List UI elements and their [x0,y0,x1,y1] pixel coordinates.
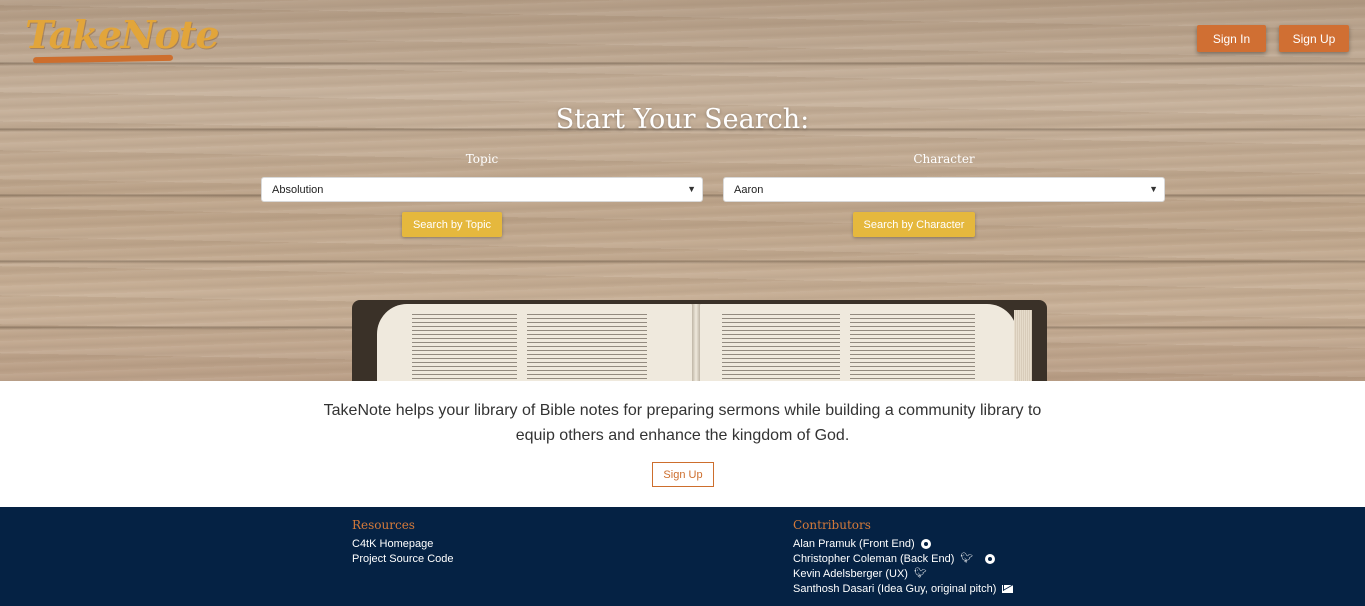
topic-label: Topic [465,152,499,166]
character-label: Character [913,152,975,166]
contributors-heading: Contributors [793,518,871,532]
character-select[interactable]: Aaron ▼ [723,177,1165,202]
search-by-character-button[interactable]: Search by Character [853,212,975,237]
open-bible-image [352,290,1047,381]
character-select-value: Aaron [734,183,764,196]
contributor-name: Alan Pramuk (Front End) [793,538,915,550]
book-text-column [850,314,975,381]
book-text-column [412,314,517,381]
book-text-column [722,314,840,381]
logo-text: TakeNote [25,12,220,57]
intro-text: TakeNote helps your library of Bible not… [300,398,1065,448]
sign-in-button[interactable]: Sign In [1197,25,1266,52]
sign-up-button[interactable]: Sign Up [1279,25,1349,52]
topic-select[interactable]: Absolution ▼ [261,177,703,202]
contributor-name: Kevin Adelsberger (UX) [793,568,908,580]
hero-banner: TakeNote Sign In Sign Up Start Your Sear… [0,0,1365,381]
caret-down-icon: ▼ [687,184,696,194]
book-text-column [527,314,647,381]
mail-icon[interactable] [1002,585,1014,593]
footer: Resources C4tK Homepage Project Source C… [0,507,1365,606]
book-spine [692,304,700,381]
contributor-item: Alan Pramuk (Front End) [793,538,931,550]
caret-down-icon: ▼ [1149,184,1158,194]
search-by-topic-button[interactable]: Search by Topic [402,212,502,237]
intro-sign-up-button[interactable]: Sign Up [652,462,714,487]
contributor-item: Kevin Adelsberger (UX) 🐦︎ [793,568,927,580]
intro-line-1: TakeNote helps your library of Bible not… [323,402,1042,419]
c4tk-homepage-link[interactable]: C4tK Homepage [352,538,433,550]
project-source-code-link[interactable]: Project Source Code [352,553,454,565]
resources-heading: Resources [352,518,415,532]
intro-line-2: equip others and enhance the kingdom of … [515,427,850,444]
search-title: Start Your Search: [555,104,810,135]
twitter-icon[interactable]: 🐦︎ [914,569,927,579]
contributor-name: Christopher Coleman (Back End) [793,553,955,565]
contributor-name: Santhosh Dasari (Idea Guy, original pitc… [793,583,997,595]
logo-swoosh [32,54,174,64]
twitter-icon[interactable]: 🐦︎ [960,554,973,564]
github-icon[interactable] [985,554,996,564]
takenote-logo[interactable]: TakeNote [25,10,220,65]
contributor-item: Santhosh Dasari (Idea Guy, original pitc… [793,583,1014,595]
book-page-edges [1014,310,1032,381]
github-icon[interactable] [920,539,931,549]
contributor-item: Christopher Coleman (Back End) 🐦︎ [793,553,996,565]
topic-select-value: Absolution [272,183,324,196]
